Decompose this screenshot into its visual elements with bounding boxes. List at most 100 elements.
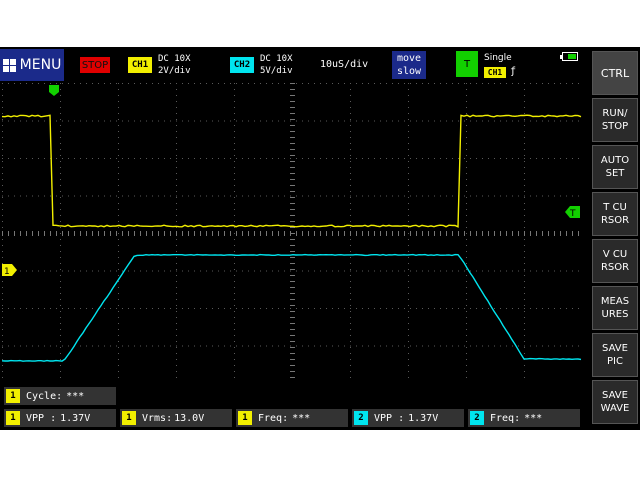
- menu-button[interactable]: MENU: [0, 49, 64, 81]
- graticule-dot: [470, 158, 471, 159]
- trigger-level-marker[interactable]: T: [565, 206, 580, 219]
- graticule-dot: [2, 161, 3, 162]
- graticule-dot: [500, 83, 501, 84]
- graticule-dot: [466, 335, 467, 336]
- graticule-dot: [434, 121, 435, 122]
- graticule-dot: [466, 269, 467, 270]
- graticule-dot: [236, 271, 237, 272]
- graticule-dot: [466, 185, 467, 186]
- graticule-dot: [404, 158, 405, 159]
- graticule-dot: [206, 83, 207, 84]
- graticule-dot: [408, 107, 409, 108]
- graticule-dot: [408, 341, 409, 342]
- graticule-dot: [118, 125, 119, 126]
- graticule-dot: [2, 107, 3, 108]
- graticule-dot: [326, 346, 327, 347]
- graticule-dot: [530, 196, 531, 197]
- graticule-dot: [408, 371, 409, 372]
- graticule-dot: [302, 271, 303, 272]
- timebase-readout[interactable]: 10uS/div: [320, 59, 368, 70]
- graticule-dot: [404, 83, 405, 84]
- ch1-badge[interactable]: CH1: [128, 57, 152, 73]
- graticule-dot: [44, 158, 45, 159]
- graticule-dot: [158, 158, 159, 159]
- auto-set-button[interactable]: AUTO SET: [592, 145, 638, 189]
- graticule-dot: [20, 121, 21, 122]
- graticule-dot: [118, 107, 119, 108]
- measures-button[interactable]: MEAS URES: [592, 286, 638, 330]
- graticule-dot: [398, 271, 399, 272]
- graticule-dot: [60, 167, 61, 168]
- graticule-dot: [466, 305, 467, 306]
- graticule-dot: [2, 335, 3, 336]
- graticule-dot: [266, 121, 267, 122]
- graticule-dot: [506, 121, 507, 122]
- graticule-dot: [314, 121, 315, 122]
- graticule-dot: [110, 83, 111, 84]
- graticule-dot: [524, 263, 525, 264]
- graticule-dot: [284, 83, 285, 84]
- graticule-dot: [176, 293, 177, 294]
- trigger-position-marker[interactable]: [49, 85, 59, 96]
- graticule-dot: [446, 83, 447, 84]
- center-tick: [500, 231, 501, 236]
- center-tick: [458, 231, 459, 236]
- trigger-level-label: T: [569, 209, 576, 219]
- graticule-dot: [56, 271, 57, 272]
- graticule-dot: [234, 191, 235, 192]
- ch1-offset-marker[interactable]: 1: [2, 264, 17, 277]
- graticule-dot: [408, 203, 409, 204]
- graticule-dot: [466, 101, 467, 102]
- graticule-dot: [320, 83, 321, 84]
- graticule-dot: [176, 263, 177, 264]
- graticule-dot: [440, 271, 441, 272]
- graticule-dot: [470, 346, 471, 347]
- graticule-dot: [44, 308, 45, 309]
- graticule-dot: [98, 121, 99, 122]
- graticule-dot: [466, 329, 467, 330]
- save-pic-button[interactable]: SAVE PIC: [592, 333, 638, 377]
- graticule-dot: [404, 196, 405, 197]
- graticule-dot: [92, 158, 93, 159]
- graticule-dot: [60, 197, 61, 198]
- graticule-dot: [578, 121, 579, 122]
- graticule-dot: [548, 346, 549, 347]
- graticule-dot: [494, 158, 495, 159]
- graticule-dot: [572, 83, 573, 84]
- graticule-dot: [116, 121, 117, 122]
- ch2-badge[interactable]: CH2: [230, 57, 254, 73]
- graticule-dot: [170, 271, 171, 272]
- graticule-dot: [134, 158, 135, 159]
- move-speed-button[interactable]: move slow: [392, 51, 426, 79]
- voltage-cursor-button[interactable]: V CU RSOR: [592, 239, 638, 283]
- trigger-badge[interactable]: T: [456, 51, 478, 77]
- graticule-dot: [350, 377, 351, 378]
- trigger-source: CH1: [484, 67, 506, 78]
- graticule-dot: [374, 83, 375, 84]
- save-wave-button[interactable]: SAVE WAVE: [592, 380, 638, 424]
- graticule-dot: [452, 158, 453, 159]
- graticule-dot: [362, 83, 363, 84]
- graticule-dot: [272, 271, 273, 272]
- graticule-dot: [26, 196, 27, 197]
- graticule-dot: [386, 271, 387, 272]
- ctrl-button[interactable]: CTRL: [592, 51, 638, 95]
- center-tick: [86, 231, 87, 236]
- run-state-badge[interactable]: STOP: [80, 57, 110, 73]
- graticule-dot: [488, 271, 489, 272]
- cycle-measurement: 1 Cycle: ***: [4, 387, 116, 405]
- graticule-dot: [182, 196, 183, 197]
- center-tick: [50, 231, 51, 236]
- graticule-dot: [234, 179, 235, 180]
- center-tick: [440, 231, 441, 236]
- graticule-dot: [110, 346, 111, 347]
- graticule-dot: [74, 158, 75, 159]
- graticule-dot: [2, 305, 3, 306]
- graticule-dot: [224, 346, 225, 347]
- graticule-dot: [356, 308, 357, 309]
- graticule-dot: [20, 158, 21, 159]
- time-cursor-button[interactable]: T CU RSOR: [592, 192, 638, 236]
- graticule-dot: [234, 125, 235, 126]
- run-stop-button[interactable]: RUN/ STOP: [592, 98, 638, 142]
- graticule-dot: [408, 221, 409, 222]
